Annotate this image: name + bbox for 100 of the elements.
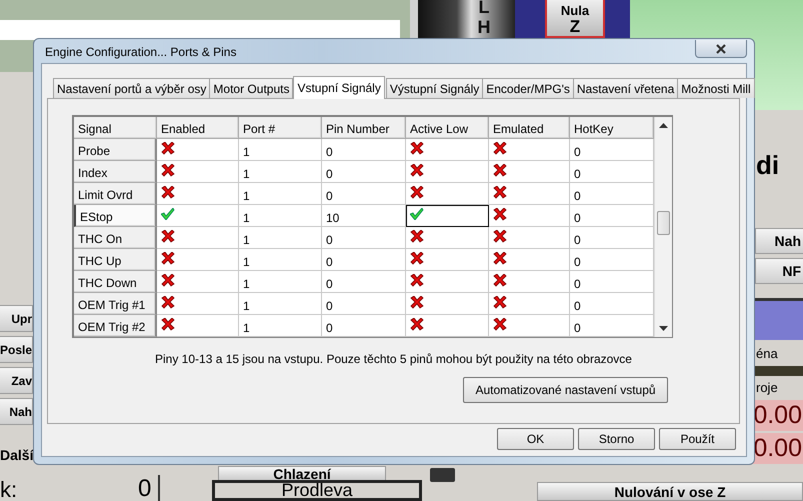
indicator-light (430, 468, 455, 482)
table-cell[interactable] (406, 205, 489, 227)
scrollbar[interactable] (654, 117, 672, 337)
cross-icon (493, 142, 507, 155)
side-button[interactable]: NF (755, 258, 803, 284)
tab[interactable]: Vstupní Signály (293, 76, 385, 99)
cross-icon (493, 230, 507, 243)
checkmark-icon (410, 208, 424, 220)
close-button[interactable] (695, 40, 747, 58)
column-header[interactable]: Signal (74, 117, 157, 139)
table-cell[interactable] (157, 227, 239, 249)
row-header[interactable]: EStop (74, 205, 157, 227)
cross-icon (161, 186, 175, 199)
dialog-button[interactable]: Použít (659, 428, 736, 450)
column-header[interactable]: Port # (239, 117, 322, 139)
column-header[interactable]: HotKey (570, 117, 654, 139)
row-header[interactable]: OEM Trig #2 (74, 315, 157, 337)
column-header[interactable]: Active Low (406, 117, 489, 139)
table-cell[interactable] (406, 139, 489, 161)
table-cell: 0 (322, 315, 406, 337)
tab[interactable]: Nastavení portů a výběr osy (53, 78, 210, 98)
side-button[interactable]: Posle (0, 336, 33, 363)
tab[interactable]: Motor Outputs (209, 78, 294, 98)
row-header[interactable]: Probe (74, 139, 157, 161)
column-header[interactable]: Pin Number (322, 117, 406, 139)
cross-icon (410, 296, 424, 309)
row-header[interactable]: Index (74, 161, 157, 183)
info-text: Piny 10-13 a 15 jsou na vstupu. Pouze těchto 5 pinů mohou být použity na této obrazovce (155, 352, 632, 366)
side-button[interactable]: Nah (755, 228, 803, 254)
row-header[interactable]: THC On (74, 227, 157, 249)
tab[interactable]: Encoder/MPG's (482, 78, 574, 98)
table-cell[interactable] (489, 227, 570, 249)
app-button[interactable]: Nulování v ose Z (537, 482, 803, 501)
cross-icon (161, 142, 175, 155)
table-cell[interactable] (157, 271, 239, 293)
table-cell: 1 (239, 315, 322, 337)
cross-icon (410, 142, 424, 155)
row-header[interactable]: Limit Ovrd (74, 183, 157, 205)
cross-icon (493, 164, 507, 177)
table-cell[interactable] (489, 183, 570, 205)
dialog-button[interactable]: OK (497, 428, 574, 450)
table-cell[interactable] (157, 293, 239, 315)
side-button[interactable]: Zav (0, 367, 33, 394)
side-button[interactable]: Nah (0, 398, 33, 425)
table-cell[interactable] (489, 249, 570, 271)
table-cell: 1 (239, 205, 322, 227)
table-cell[interactable] (406, 315, 489, 337)
table-cell: 0 (322, 139, 406, 161)
window-title: Engine Configuration... Ports & Pins (44, 45, 236, 59)
next-label: Další (0, 447, 34, 465)
table-cell[interactable] (406, 227, 489, 249)
scroll-up-icon (659, 123, 668, 128)
table-cell[interactable] (406, 183, 489, 205)
table-cell: 0 (322, 271, 406, 293)
tab[interactable]: Možnosti Mill (677, 78, 755, 98)
row-header[interactable]: THC Up (74, 249, 157, 271)
cross-icon (410, 318, 424, 331)
cross-icon (161, 296, 175, 309)
table-cell[interactable] (489, 271, 570, 293)
cross-icon (410, 274, 424, 287)
table-cell[interactable] (489, 293, 570, 315)
table-cell[interactable] (406, 249, 489, 271)
table-cell[interactable] (489, 315, 570, 337)
table-cell: 10 (322, 205, 406, 227)
cross-icon (493, 186, 507, 199)
table-cell[interactable] (157, 205, 239, 227)
column-header[interactable]: Emulated (489, 117, 570, 139)
table-cell: 1 (239, 227, 322, 249)
row-header[interactable]: OEM Trig #1 (74, 293, 157, 315)
app-button[interactable]: Prodleva (212, 480, 422, 501)
cross-icon (161, 252, 175, 265)
tab[interactable]: Výstupní Signály (386, 78, 484, 98)
table-cell: 0 (322, 249, 406, 271)
table-cell[interactable] (406, 293, 489, 315)
table-cell[interactable] (157, 183, 239, 205)
cross-icon (493, 252, 507, 265)
auto-setup-button[interactable]: Automatizované nastavení vstupů (463, 377, 668, 403)
table-cell[interactable] (489, 205, 570, 227)
table-cell[interactable] (406, 271, 489, 293)
field-label: k: (0, 477, 18, 499)
table-cell[interactable] (157, 249, 239, 271)
table-cell[interactable] (489, 139, 570, 161)
column-header[interactable]: Enabled (157, 117, 239, 139)
scroll-thumb[interactable] (657, 211, 670, 235)
table-cell[interactable] (157, 161, 239, 183)
cross-icon (493, 318, 507, 331)
cross-icon (410, 164, 424, 177)
table-cell: 1 (239, 139, 322, 161)
zero-button[interactable]: Nula Z (545, 0, 605, 38)
tab[interactable]: Nastavení vřetena (572, 78, 678, 98)
table-cell[interactable] (157, 315, 239, 337)
table-cell[interactable] (157, 139, 239, 161)
table-cell[interactable] (406, 161, 489, 183)
table-cell: 0 (322, 227, 406, 249)
side-label: roje (756, 380, 779, 397)
row-header[interactable]: THC Down (74, 271, 157, 293)
heading-text: di (756, 150, 780, 182)
table-cell[interactable] (489, 161, 570, 183)
dialog-button[interactable]: Storno (578, 428, 655, 450)
side-button[interactable]: Upr (0, 305, 33, 332)
